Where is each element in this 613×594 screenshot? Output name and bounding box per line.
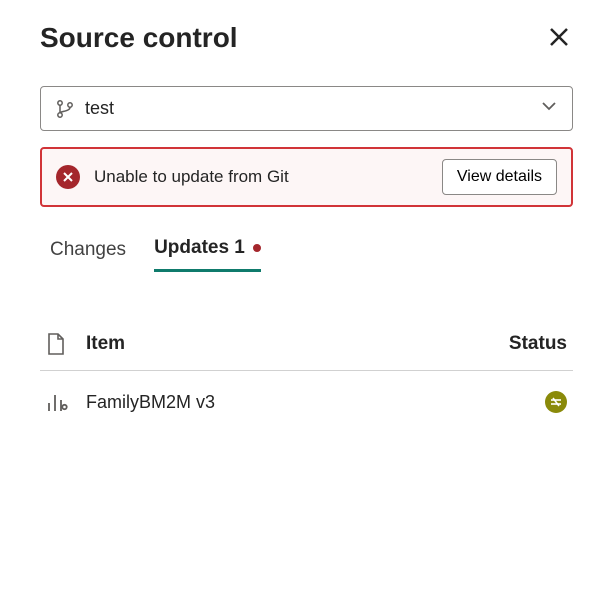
tab-changes-label: Changes xyxy=(50,239,126,261)
page-title: Source control xyxy=(40,22,238,54)
alert-message: Unable to update from Git xyxy=(94,167,442,187)
item-status xyxy=(545,391,567,413)
error-icon xyxy=(56,165,80,189)
list-item[interactable]: FamilyBM2M v3 xyxy=(40,371,573,433)
view-details-button[interactable]: View details xyxy=(442,159,557,195)
error-alert: Unable to update from Git View details xyxy=(40,147,573,207)
branch-selector[interactable]: test xyxy=(40,86,573,131)
item-name: FamilyBM2M v3 xyxy=(86,392,545,413)
conflict-status-icon xyxy=(545,391,567,413)
file-icon xyxy=(46,332,86,356)
tab-updates-label: Updates 1 xyxy=(154,237,245,259)
tab-bar: Changes Updates 1 xyxy=(40,237,573,272)
item-column-header: Item xyxy=(86,333,509,355)
close-button[interactable] xyxy=(545,20,573,56)
update-indicator-dot xyxy=(253,244,261,252)
chevron-down-icon xyxy=(540,97,558,120)
branch-icon xyxy=(55,99,75,119)
tab-changes[interactable]: Changes xyxy=(50,237,126,272)
tab-updates[interactable]: Updates 1 xyxy=(154,237,261,272)
branch-name: test xyxy=(85,98,540,119)
status-column-header: Status xyxy=(509,333,567,355)
list-header: Item Status xyxy=(40,332,573,371)
close-icon xyxy=(549,22,569,53)
semantic-model-icon xyxy=(46,391,86,413)
